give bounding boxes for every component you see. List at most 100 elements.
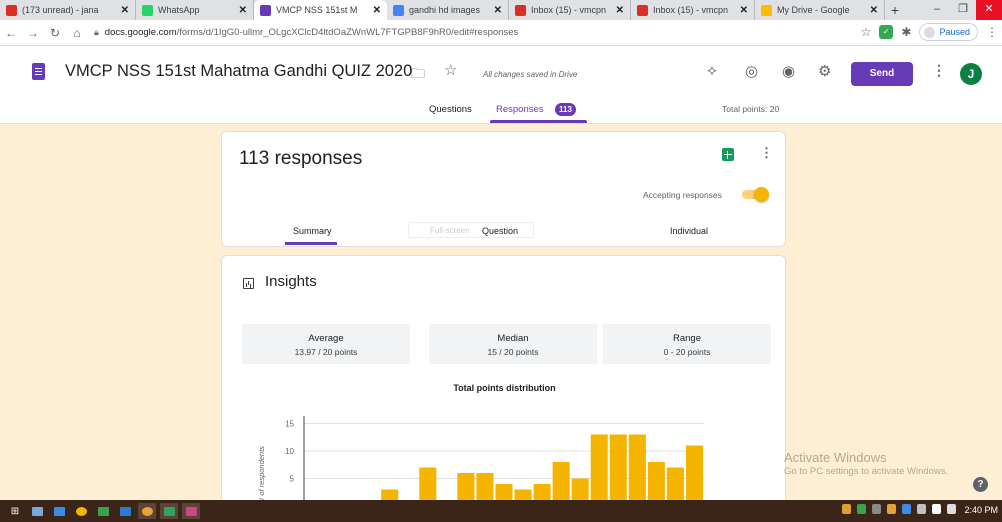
- app-icon[interactable]: [94, 503, 112, 519]
- browser-tab-label: My Drive - Google: [777, 5, 850, 15]
- start-icon[interactable]: ⊞: [6, 503, 24, 519]
- minimize-icon[interactable]: –: [924, 0, 950, 20]
- activate-windows-subtitle: Go to PC settings to activate Windows.: [784, 466, 949, 477]
- tray-icon[interactable]: [887, 504, 896, 514]
- chrome-taskbar-icon[interactable]: [72, 503, 90, 519]
- responses-count-heading: 113 responses: [239, 148, 363, 169]
- close-window-icon[interactable]: ✕: [976, 0, 1002, 20]
- app-icon[interactable]: [160, 503, 178, 519]
- subtab-question[interactable]: Question: [482, 226, 518, 236]
- tray-icon[interactable]: [872, 504, 881, 514]
- chart-bar: [609, 434, 627, 506]
- tab-responses[interactable]: Responses: [496, 104, 544, 115]
- subtab-summary[interactable]: Summary: [293, 226, 332, 236]
- app-icon[interactable]: [182, 503, 200, 519]
- network-icon[interactable]: [932, 504, 941, 514]
- chart-bar: [628, 434, 646, 506]
- puzzle-icon[interactable]: ✱: [901, 25, 911, 39]
- google-icon: [393, 4, 404, 16]
- maximize-icon[interactable]: ❐: [950, 0, 976, 20]
- extension-icon[interactable]: ✓: [879, 25, 894, 39]
- palette-icon[interactable]: ◎: [745, 62, 758, 80]
- browser-tab[interactable]: Inbox (15) - vmcpn ✕: [509, 0, 631, 20]
- ie-icon[interactable]: [50, 503, 68, 519]
- chart-title: Total points distribution: [453, 383, 556, 393]
- insights-card: Insights Average 13.97 / 20 points Media…: [221, 255, 786, 515]
- tab-list: (173 unread) - jana ✕ WhatsApp ✕ VMCP NSS 15…: [0, 0, 885, 20]
- form-title[interactable]: VMCP NSS 151st Mahatma Gandhi QUIZ 2020: [65, 62, 412, 81]
- new-tab-button[interactable]: +: [885, 0, 905, 20]
- tab-questions[interactable]: Questions: [429, 104, 472, 115]
- lock-icon: 🔒︎: [94, 27, 99, 37]
- insights-chart-icon: [243, 278, 254, 289]
- browser-tab-label: Inbox (15) - vmcpn: [531, 5, 607, 15]
- browser-tab-label: Inbox (15) - vmcpn: [653, 5, 729, 15]
- close-tab-icon[interactable]: ✕: [239, 5, 247, 16]
- system-tray: [842, 504, 956, 514]
- forms-logo-icon[interactable]: [32, 63, 45, 80]
- browser-tab[interactable]: Inbox (15) - vmcpn ✕: [631, 0, 755, 20]
- close-tab-icon[interactable]: ✕: [494, 5, 502, 16]
- address-bar: ← → ↻ ⌂ 🔒︎ docs.google.com/forms/d/1IgG0…: [0, 20, 1002, 46]
- responses-count-badge: 113: [555, 103, 576, 116]
- tray-icon[interactable]: [857, 504, 866, 514]
- url-field[interactable]: 🔒︎ docs.google.com/forms/d/1IgG0-ullmr_O…: [94, 23, 884, 43]
- toggle-knob[interactable]: [754, 187, 769, 202]
- close-tab-icon[interactable]: ✕: [373, 5, 381, 16]
- save-status: All changes saved in Drive: [483, 70, 578, 79]
- close-tab-icon[interactable]: ✕: [870, 5, 878, 16]
- gmail-icon: [637, 4, 648, 16]
- volume-icon[interactable]: [947, 504, 956, 514]
- y-tick-label: 15: [285, 420, 294, 429]
- star-icon[interactable]: ☆: [444, 61, 457, 79]
- toolbar-right: ☆ ✓ ✱ Paused ⋮: [861, 23, 998, 41]
- folder-icon[interactable]: 🗀︎: [411, 63, 425, 87]
- accepting-responses-label: Accepting responses: [643, 190, 722, 200]
- browser-tab[interactable]: VMCP NSS 151st M ✕: [254, 0, 387, 20]
- browser-tab[interactable]: (173 unread) - jana ✕: [0, 0, 136, 20]
- profile-paused-button[interactable]: Paused: [919, 23, 978, 41]
- total-points: Total points: 20: [722, 104, 780, 114]
- browser-tab[interactable]: WhatsApp ✕: [136, 0, 254, 20]
- settings-gear-icon[interactable]: ⚙: [818, 62, 831, 80]
- tray-icon[interactable]: [917, 504, 926, 514]
- bookmark-star-icon[interactable]: ☆: [861, 25, 872, 39]
- close-tab-icon[interactable]: ✕: [121, 5, 129, 16]
- addon-puzzle-icon[interactable]: ⟡: [707, 62, 717, 79]
- tray-icon[interactable]: [902, 504, 911, 514]
- close-tab-icon[interactable]: ✕: [616, 5, 624, 16]
- sheets-icon[interactable]: [722, 148, 734, 161]
- chrome-active-icon[interactable]: [138, 503, 156, 519]
- responses-card: 113 responses ⋮ Accepting responses Full…: [221, 131, 786, 247]
- forward-icon[interactable]: →: [22, 26, 44, 40]
- browser-tab-label: gandhi hd images: [409, 5, 481, 15]
- y-tick-label: 10: [285, 447, 294, 456]
- chart-bar: [685, 445, 703, 506]
- back-icon[interactable]: ←: [0, 26, 22, 40]
- help-icon[interactable]: ?: [973, 477, 988, 492]
- browser-tab[interactable]: gandhi hd images ✕: [387, 0, 509, 20]
- avatar[interactable]: J: [960, 63, 982, 85]
- close-tab-icon[interactable]: ✕: [740, 5, 748, 16]
- whatsapp-icon: [142, 4, 153, 16]
- preview-eye-icon[interactable]: ◉: [782, 62, 795, 80]
- clock[interactable]: 2:40 PM: [964, 505, 998, 515]
- insights-title: Insights: [265, 273, 317, 290]
- mail-icon: [6, 4, 17, 16]
- reload-icon[interactable]: ↻: [44, 26, 66, 40]
- browser-tab[interactable]: My Drive - Google ✕: [755, 0, 885, 20]
- url-host: docs.google.com: [104, 27, 177, 38]
- more-options-icon[interactable]: ⋮: [932, 62, 946, 79]
- stat-range: Range 0 - 20 points: [603, 324, 771, 364]
- browser-tab-label: (173 unread) - jana: [22, 5, 99, 15]
- tray-icon[interactable]: [842, 504, 851, 514]
- file-explorer-icon[interactable]: [28, 503, 46, 519]
- browser-menu-icon[interactable]: ⋮: [986, 25, 998, 39]
- home-icon[interactable]: ⌂: [66, 26, 88, 40]
- send-button[interactable]: Send: [851, 62, 913, 86]
- app-icon[interactable]: [116, 503, 134, 519]
- profile-avatar-icon: [924, 26, 936, 38]
- active-subtab-indicator: [285, 242, 337, 245]
- subtab-individual[interactable]: Individual: [670, 226, 708, 236]
- responses-more-icon[interactable]: ⋮: [760, 145, 773, 161]
